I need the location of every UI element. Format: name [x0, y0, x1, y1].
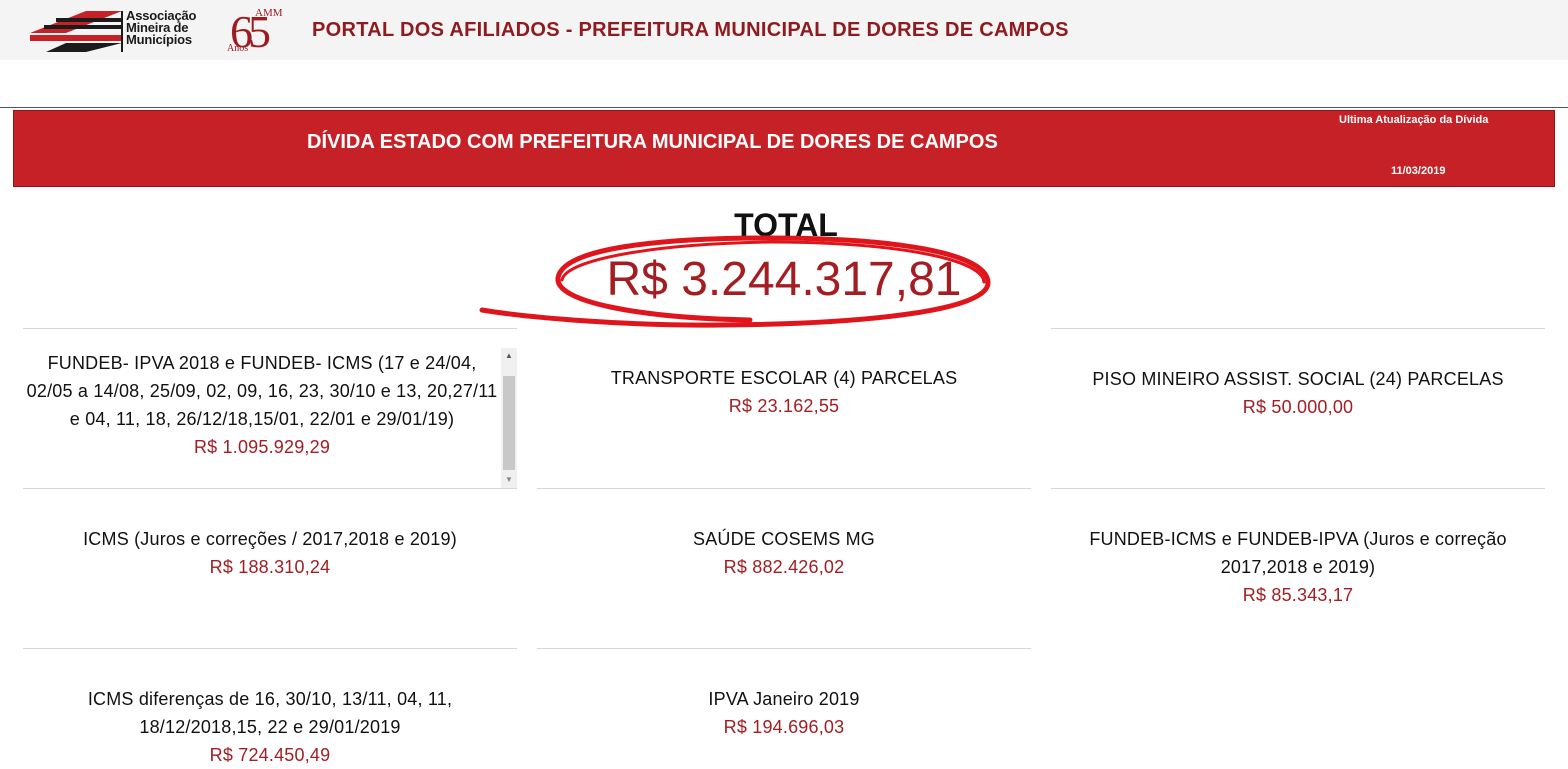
- debt-card-fundeb-juros[interactable]: FUNDEB-ICMS e FUNDEB-IPVA (Juros e corre…: [1051, 488, 1545, 648]
- top-header: Associação Mineira de Municípios 65 AMM …: [0, 0, 1568, 60]
- card-value: R$ 85.343,17: [1242, 585, 1354, 605]
- banner-title: DÍVIDA ESTADO COM PREFEITURA MUNICIPAL D…: [307, 131, 998, 153]
- card-value: R$ 194.696,03: [723, 717, 845, 737]
- debt-card-saude-cosems[interactable]: SAÚDE COSEMS MG R$ 882.426,02: [537, 488, 1031, 648]
- org-name: Associação Mineira de Municípios: [126, 8, 197, 47]
- card-value: R$ 188.310,24: [209, 557, 331, 577]
- card-title: FUNDEB-ICMS e FUNDEB-IPVA (Juros e corre…: [1089, 529, 1507, 577]
- card-value: R$ 724.450,49: [209, 745, 331, 765]
- debt-card-fundeb-ipva-icms[interactable]: FUNDEB- IPVA 2018 e FUNDEB- ICMS (17 e 2…: [23, 328, 517, 488]
- total-value: R$ 3.244.317,81: [606, 253, 962, 306]
- card-title: PISO MINEIRO ASSIST. SOCIAL (24) PARCELA…: [1092, 369, 1504, 389]
- update-date: 11/03/2019: [1391, 165, 1446, 177]
- portal-title: PORTAL DOS AFILIADOS - PREFEITURA MUNICI…: [312, 19, 1069, 41]
- card-scrollbar[interactable]: ▲ ▼: [501, 348, 517, 488]
- card-title: FUNDEB- IPVA 2018 e FUNDEB- ICMS (17 e 2…: [26, 353, 498, 429]
- card-value: R$ 1.095.929,29: [193, 437, 331, 457]
- scroll-down-icon[interactable]: ▼: [501, 472, 517, 488]
- scroll-thumb[interactable]: [503, 376, 515, 470]
- anniversary-anos: Anos: [227, 43, 249, 54]
- debt-card-icms-diferencas[interactable]: ICMS diferenças de 16, 30/10, 13/11, 04,…: [23, 648, 517, 768]
- header-divider: [0, 107, 1568, 108]
- card-value: R$ 23.162,55: [728, 396, 840, 416]
- debt-banner: DÍVIDA ESTADO COM PREFEITURA MUNICIPAL D…: [13, 110, 1555, 187]
- card-title: ICMS (Juros e correções / 2017,2018 e 20…: [83, 529, 457, 549]
- card-title: TRANSPORTE ESCOLAR (4) PARCELAS: [610, 368, 958, 388]
- card-value: R$ 50.000,00: [1242, 397, 1354, 417]
- card-title: SAÚDE COSEMS MG: [692, 529, 876, 549]
- update-label: Ultima Atualização da Dívida: [1339, 114, 1489, 126]
- debt-card-transporte-escolar[interactable]: TRANSPORTE ESCOLAR (4) PARCELAS R$ 23.16…: [537, 328, 1031, 488]
- debt-card-icms-juros[interactable]: ICMS (Juros e correções / 2017,2018 e 20…: [23, 488, 517, 648]
- card-title: IPVA Janeiro 2019: [708, 689, 860, 709]
- total-label: TOTAL: [734, 207, 838, 243]
- anniversary-amm: AMM: [255, 7, 283, 19]
- anniversary-badge: 65 AMM Anos: [224, 4, 294, 57]
- debt-card-ipva-janeiro[interactable]: IPVA Janeiro 2019 R$ 194.696,03: [537, 648, 1031, 768]
- debt-card-piso-mineiro[interactable]: PISO MINEIRO ASSIST. SOCIAL (24) PARCELA…: [1051, 328, 1545, 488]
- card-title: ICMS diferenças de 16, 30/10, 13/11, 04,…: [87, 689, 453, 737]
- scroll-up-icon[interactable]: ▲: [501, 348, 517, 364]
- card-value: R$ 882.426,02: [723, 557, 845, 577]
